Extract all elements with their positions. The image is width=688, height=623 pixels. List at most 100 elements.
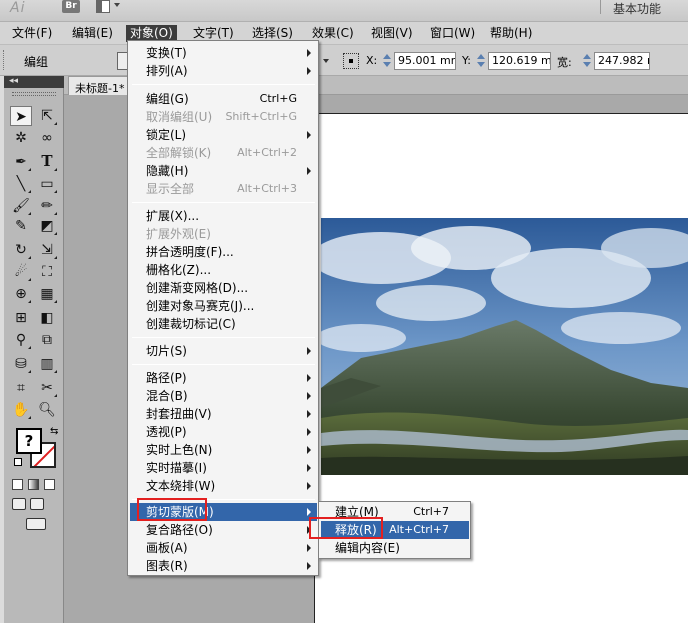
mesh-tool[interactable]: ⊞ xyxy=(10,308,32,328)
menu-view[interactable]: 视图(V) xyxy=(367,25,417,42)
bridge-button[interactable]: Br xyxy=(62,0,80,13)
perspective-grid-tool[interactable]: ▦ xyxy=(36,284,58,304)
symbol-sprayer-tool[interactable]: ⛁ xyxy=(10,354,32,374)
artboard-tool[interactable]: ⌗ xyxy=(10,378,32,398)
collapse-icon[interactable]: ◂◂ xyxy=(9,75,18,87)
menu-item-perspective[interactable]: 透视(P) xyxy=(130,423,317,441)
color-mode-icon[interactable] xyxy=(12,479,23,490)
direct-selection-tool[interactable]: ⇱ xyxy=(36,106,58,126)
menu-item-label: 全部解锁(K) xyxy=(146,146,212,160)
panel-grip[interactable] xyxy=(3,50,5,70)
menu-item-path[interactable]: 路径(P) xyxy=(130,369,317,387)
menu-item-live-trace[interactable]: 实时描摹(I) xyxy=(130,459,317,477)
blob-brush-tool[interactable]: ✎ xyxy=(10,216,32,236)
zoom-tool[interactable]: 🔍︎ xyxy=(36,400,58,420)
menu-item-text-wrap[interactable]: 文本绕排(W) xyxy=(130,477,317,495)
menu-item-label: 排列(A) xyxy=(146,64,188,78)
menu-item-compound-path[interactable]: 复合路径(O) xyxy=(130,521,317,539)
draw-mode-icon[interactable] xyxy=(12,498,26,510)
line-tool[interactable]: ╲ xyxy=(10,174,32,194)
gradient-mode-icon[interactable] xyxy=(28,479,39,490)
warp-tool[interactable]: ☄ xyxy=(10,262,32,282)
slice-tool[interactable]: ✂ xyxy=(36,378,58,398)
fill-swatch[interactable]: ? xyxy=(16,428,42,454)
reference-point-icon[interactable] xyxy=(343,53,359,69)
menu-item-unlock-all[interactable]: 全部解锁(K) Alt+Ctrl+2 xyxy=(130,144,317,162)
pencil-tool[interactable]: ✏ xyxy=(36,196,58,216)
y-field[interactable]: 120.619 mm xyxy=(488,52,551,70)
menu-item-artboards[interactable]: 画板(A) xyxy=(130,539,317,557)
x-spinner[interactable] xyxy=(382,53,392,69)
menu-edit[interactable]: 编辑(E) xyxy=(68,25,117,42)
menu-item-transform[interactable]: 变换(T) xyxy=(130,44,317,62)
y-spinner[interactable] xyxy=(476,53,486,69)
free-transform-tool[interactable]: ⛶ xyxy=(36,262,58,282)
eyedropper-tool[interactable]: ⚲ xyxy=(10,330,32,350)
menu-item-label: 图表(R) xyxy=(146,559,188,573)
workspace-switcher[interactable]: 基本功能 xyxy=(613,0,661,17)
shape-builder-tool[interactable]: ⊕ xyxy=(10,284,32,304)
menu-item-object-mosaic[interactable]: 创建对象马赛克(J)... xyxy=(130,297,317,315)
placed-landscape-image[interactable] xyxy=(321,218,688,475)
submenu-item-edit-contents[interactable]: 编辑内容(E) xyxy=(321,539,469,557)
menu-item-envelope-distort[interactable]: 封套扭曲(V) xyxy=(130,405,317,423)
width-spinner[interactable] xyxy=(582,53,592,69)
none-mode-icon[interactable] xyxy=(44,479,55,490)
gradient-icon: ◧ xyxy=(40,310,54,326)
swap-fill-stroke-icon[interactable]: ⇆ xyxy=(50,426,58,437)
menu-item-blend[interactable]: 混合(B) xyxy=(130,387,317,405)
pen-tool[interactable]: ✒ xyxy=(10,152,32,172)
paintbrush-tool[interactable]: 🖌 xyxy=(10,196,32,216)
menu-item-expand[interactable]: 扩展(X)... xyxy=(130,207,317,225)
scale-tool[interactable]: ⇲ xyxy=(36,240,58,260)
width-field[interactable]: 247.982 mm xyxy=(594,52,650,70)
selection-type-label: 编组 xyxy=(24,55,49,69)
lasso-tool[interactable]: ∞ xyxy=(36,128,58,148)
arrange-documents-button[interactable] xyxy=(96,0,124,13)
menu-shortcut: Ctrl+G xyxy=(259,92,297,105)
x-field[interactable]: 95.001 mm xyxy=(394,52,456,70)
menu-item-ungroup[interactable]: 取消编组(U) Shift+Ctrl+G xyxy=(130,108,317,126)
document-tab[interactable]: 未标题-1* xyxy=(68,76,132,95)
menu-item-expand-appearance[interactable]: 扩展外观(E) xyxy=(130,225,317,243)
default-colors-icon[interactable] xyxy=(14,458,22,466)
rotate-tool[interactable]: ↻ xyxy=(10,240,32,260)
menu-item-flatten-transparency[interactable]: 拼合透明度(F)... xyxy=(130,243,317,261)
menu-window[interactable]: 窗口(W) xyxy=(426,25,479,42)
menu-item-lock[interactable]: 锁定(L) xyxy=(130,126,317,144)
menu-item-arrange[interactable]: 排列(A) xyxy=(130,62,317,80)
chevron-right-icon xyxy=(307,508,311,516)
blend-tool[interactable]: ⧉ xyxy=(36,330,58,350)
menu-bar: 文件(F) 编辑(E) 对象(O) 文字(T) 选择(S) 效果(C) 视图(V… xyxy=(0,22,688,44)
menu-item-gradient-mesh[interactable]: 创建渐变网格(D)... xyxy=(130,279,317,297)
menu-item-label: 文本绕排(W) xyxy=(146,479,216,493)
eraser-tool[interactable]: ◩ xyxy=(36,216,58,236)
chevron-down-icon[interactable] xyxy=(323,59,329,63)
screen-mode-icon[interactable] xyxy=(26,518,46,530)
lasso-icon: ∞ xyxy=(41,130,53,146)
menu-item-slice[interactable]: 切片(S) xyxy=(130,342,317,360)
menu-item-live-paint[interactable]: 实时上色(N) xyxy=(130,441,317,459)
menu-item-graph[interactable]: 图表(R) xyxy=(130,557,317,575)
tool-panel-header[interactable]: ◂◂ xyxy=(4,76,64,88)
menu-item-crop-marks[interactable]: 创建裁切标记(C) xyxy=(130,315,317,333)
rectangle-tool[interactable]: ▭ xyxy=(36,174,58,194)
menu-item-label: 锁定(L) xyxy=(146,128,187,142)
selection-tool[interactable]: ➤ xyxy=(10,106,32,126)
menu-file[interactable]: 文件(F) xyxy=(8,25,56,42)
draw-inside-icon[interactable] xyxy=(30,498,44,510)
hand-tool[interactable]: ✋ xyxy=(10,400,32,420)
menu-help[interactable]: 帮助(H) xyxy=(486,25,536,42)
panel-grip[interactable] xyxy=(12,92,56,96)
column-graph-tool[interactable]: ▥ xyxy=(36,354,58,374)
menu-item-hide[interactable]: 隐藏(H) xyxy=(130,162,317,180)
menu-item-show-all[interactable]: 显示全部 Alt+Ctrl+3 xyxy=(130,180,317,198)
menu-item-group[interactable]: 编组(G) Ctrl+G xyxy=(130,90,317,108)
menu-item-rasterize[interactable]: 栅格化(Z)... xyxy=(130,261,317,279)
magic-wand-tool[interactable]: ✲ xyxy=(10,128,32,148)
chevron-right-icon xyxy=(307,131,311,139)
type-tool[interactable]: T xyxy=(36,152,58,172)
gradient-tool[interactable]: ◧ xyxy=(36,308,58,328)
shape-builder-icon: ⊕ xyxy=(15,286,27,302)
control-bar: 编组 X: 95.001 mm Y: 120.619 mm 宽: 247.982… xyxy=(0,44,688,76)
